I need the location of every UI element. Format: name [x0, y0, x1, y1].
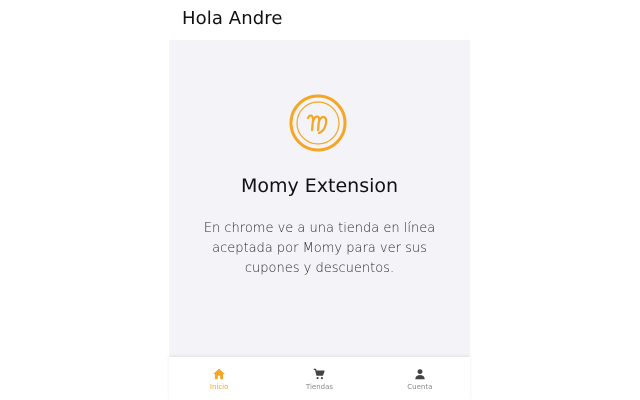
extension-title: Momy Extension	[240, 175, 399, 197]
nav-item-inicio[interactable]: Inicio	[169, 357, 269, 400]
bottom-navigation: Inicio Tiendas Cuenta	[169, 357, 470, 400]
nav-label-inicio: Inicio	[209, 383, 229, 391]
cart-icon	[314, 368, 326, 380]
extension-description: En chrome ve a una tienda en línea acept…	[203, 221, 436, 276]
nav-item-cuenta[interactable]: Cuenta	[370, 357, 470, 400]
momy-logo-icon	[289, 94, 347, 152]
main-content: Momy Extension En chrome ve a una tienda…	[169, 40, 470, 357]
nav-item-tiendas[interactable]: Tiendas	[269, 357, 369, 400]
home-icon	[213, 368, 225, 380]
nav-label-tiendas: Tiendas	[305, 383, 334, 391]
user-icon	[415, 369, 425, 380]
greeting-title: Hola Andre	[182, 8, 283, 29]
nav-label-cuenta: Cuenta	[407, 383, 433, 391]
